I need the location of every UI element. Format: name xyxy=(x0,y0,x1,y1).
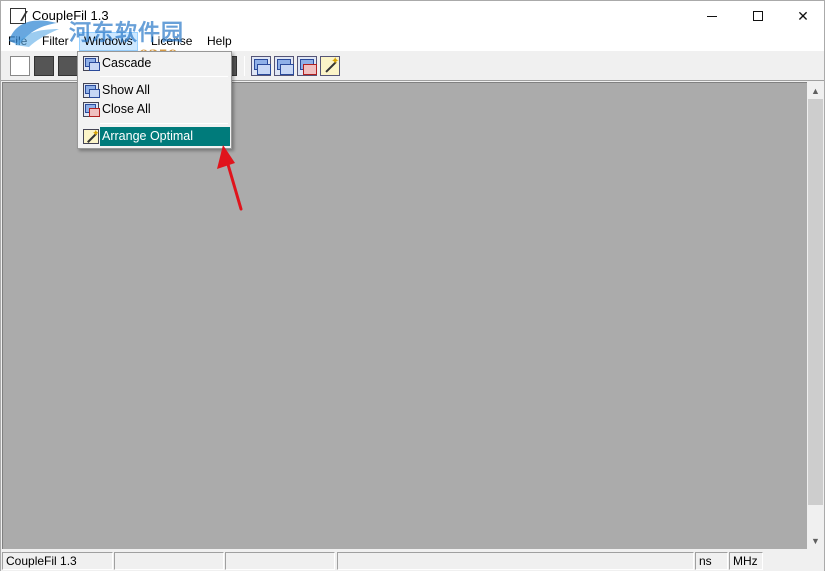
menu-separator xyxy=(100,123,228,124)
title-bar: CoupleFil 1.3 ✕ xyxy=(1,1,824,31)
menu-license[interactable]: License xyxy=(151,34,192,48)
open-button[interactable] xyxy=(34,56,54,76)
arrange-optimal-toolbar-button[interactable] xyxy=(320,56,340,76)
close-button[interactable]: ✕ xyxy=(780,1,825,31)
vertical-scrollbar[interactable]: ▲ ▼ xyxy=(807,82,824,549)
maximize-icon xyxy=(753,11,763,21)
maximize-button[interactable] xyxy=(735,1,781,31)
minimize-button[interactable] xyxy=(689,1,735,31)
menu-bar: File Filter Windows License Help xyxy=(1,31,824,51)
app-icon xyxy=(10,8,26,24)
show-all-toolbar-button[interactable] xyxy=(274,56,294,76)
status-time-unit: ns xyxy=(695,552,728,570)
menu-item-close-all[interactable]: Close All xyxy=(80,100,229,119)
scroll-up-arrow-icon[interactable]: ▲ xyxy=(807,82,824,99)
app-window: CoupleFil 1.3 ✕ File Filter Windows Lice… xyxy=(0,0,825,571)
menu-item-label: Close All xyxy=(102,102,151,116)
menu-item-cascade[interactable]: Cascade xyxy=(80,54,229,73)
close-all-icon xyxy=(83,102,100,117)
minimize-icon xyxy=(707,15,717,17)
close-all-toolbar-button[interactable] xyxy=(297,56,317,76)
scroll-thumb[interactable] xyxy=(808,99,823,505)
show-all-icon xyxy=(83,83,100,98)
menu-filter[interactable]: Filter xyxy=(42,34,69,48)
toolbar-separator xyxy=(244,56,245,76)
scroll-down-arrow-icon[interactable]: ▼ xyxy=(807,532,824,549)
status-pane-3 xyxy=(225,552,335,570)
menu-windows[interactable]: Windows xyxy=(79,32,138,51)
status-pane-2 xyxy=(114,552,224,570)
menu-item-arrange-optimal[interactable]: Arrange Optimal xyxy=(80,127,230,146)
cascade-icon xyxy=(83,56,100,71)
cascade-toolbar-button[interactable] xyxy=(251,56,271,76)
window-title: CoupleFil 1.3 xyxy=(32,8,109,23)
status-pane-4 xyxy=(337,552,694,570)
status-freq-unit: MHz xyxy=(729,552,763,570)
windows-dropdown-menu: Cascade Show All Close All Arrange Optim… xyxy=(77,51,232,149)
menu-item-show-all[interactable]: Show All xyxy=(80,81,229,100)
status-app-name: CoupleFil 1.3 xyxy=(2,552,113,570)
menu-item-label: Cascade xyxy=(102,56,152,70)
close-icon: ✕ xyxy=(797,7,809,24)
menu-file[interactable]: File xyxy=(8,34,27,48)
save-button[interactable] xyxy=(58,56,78,76)
mdi-client-area[interactable] xyxy=(2,82,807,549)
menu-separator xyxy=(100,76,228,77)
status-bar: CoupleFil 1.3 ns MHz xyxy=(1,550,824,571)
new-file-button[interactable] xyxy=(10,56,30,76)
menu-item-label: Show All xyxy=(102,83,150,97)
menu-item-label: Arrange Optimal xyxy=(102,129,194,143)
magic-wand-icon xyxy=(83,128,100,144)
menu-help[interactable]: Help xyxy=(207,34,232,48)
